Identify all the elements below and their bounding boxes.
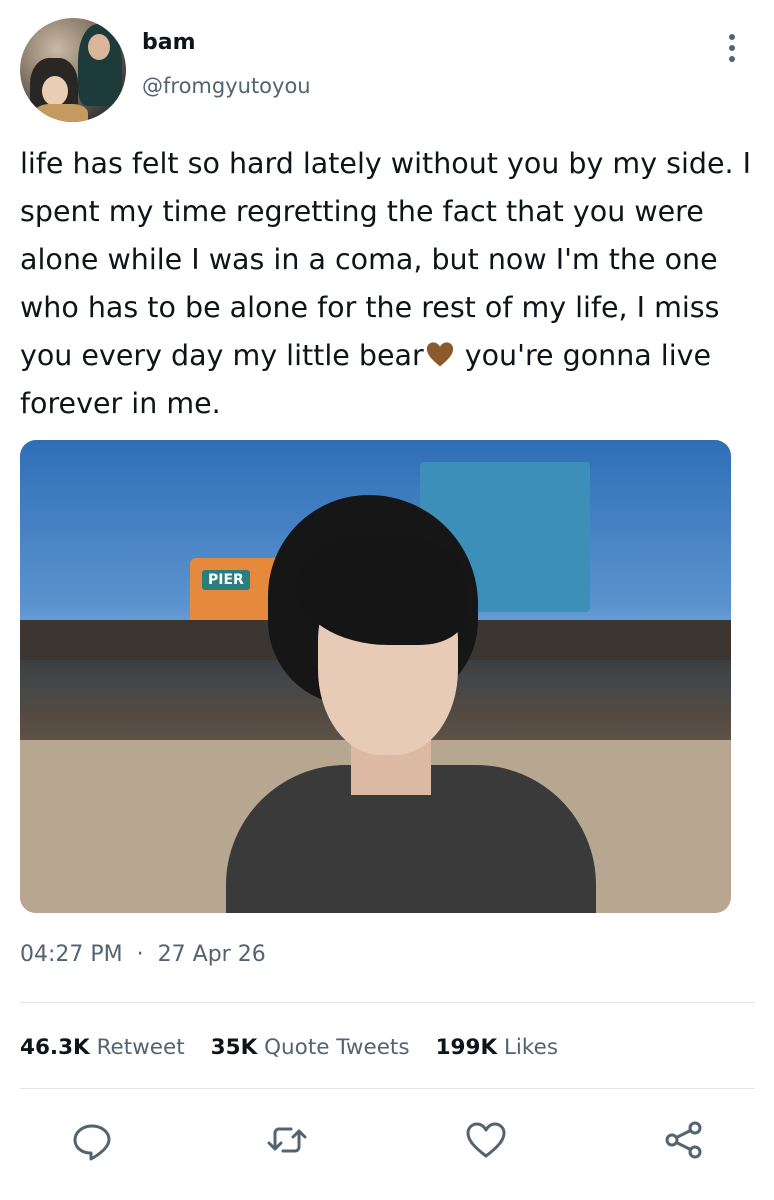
quotes-label: Quote Tweets <box>264 1035 410 1060</box>
likes-label: Likes <box>503 1035 559 1060</box>
bottom-edge <box>0 1190 774 1200</box>
more-icon[interactable] <box>722 34 742 70</box>
tweet-actions <box>0 1118 774 1162</box>
retweet-icon[interactable] <box>265 1118 309 1162</box>
author-name[interactable]: bam <box>142 30 196 55</box>
tweet-date: 27 Apr 26 <box>157 942 266 967</box>
timestamp-separator: · <box>136 942 144 967</box>
reply-icon[interactable] <box>70 1118 114 1162</box>
share-icon[interactable] <box>662 1118 706 1162</box>
brown-heart-icon <box>426 342 453 367</box>
likes-stat[interactable]: 199K Likes <box>436 1035 558 1060</box>
divider <box>20 1002 755 1003</box>
avatar[interactable] <box>20 18 126 122</box>
engagement-stats: 46.3K Retweet 35K Quote Tweets 199K Likes <box>20 1035 584 1060</box>
quotes-count: 35K <box>210 1035 258 1060</box>
author-handle[interactable]: @fromgyutoyou <box>142 74 311 98</box>
retweets-count: 46.3K <box>20 1035 90 1060</box>
retweets-label: Retweet <box>96 1035 185 1060</box>
tweet-photo[interactable]: PIER <box>20 440 731 913</box>
tweet-text: life has felt so hard lately without you… <box>20 140 755 428</box>
person-figure <box>226 495 596 913</box>
divider <box>20 1088 755 1089</box>
retweets-stat[interactable]: 46.3K Retweet <box>20 1035 185 1060</box>
tweet-time: 04:27 PM <box>20 942 123 967</box>
like-icon[interactable] <box>464 1118 508 1162</box>
tweet-timestamp[interactable]: 04:27 PM · 27 Apr 26 <box>20 942 266 967</box>
quotes-stat[interactable]: 35K Quote Tweets <box>211 1035 410 1060</box>
likes-count: 199K <box>435 1035 498 1060</box>
